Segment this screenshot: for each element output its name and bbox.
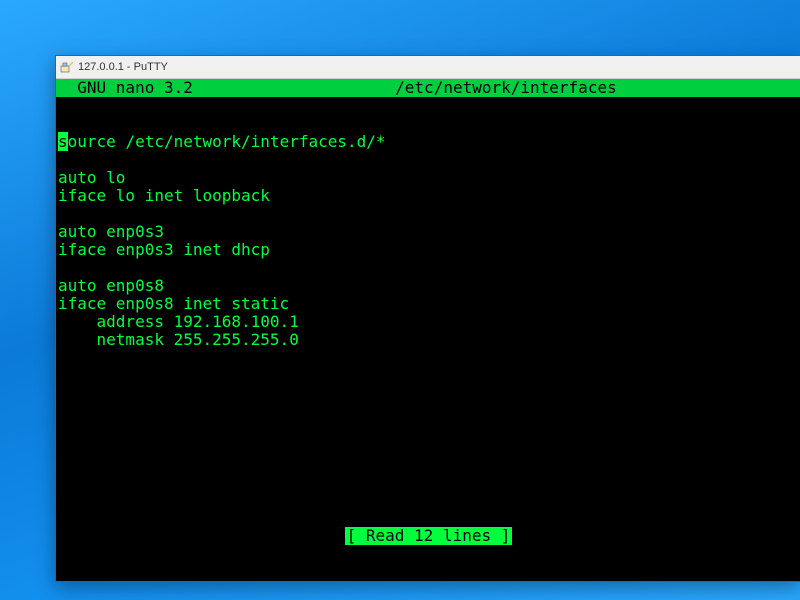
nano-header: GNU nano 3.2 /etc/network/interfaces [56,79,800,97]
first-line-rest: ource /etc/network/interfaces.d/* [68,132,386,151]
cursor: s [58,132,68,151]
editor-line: address 192.168.100.1 [58,313,799,331]
status-bar: [ Read 12 lines ] [345,527,513,545]
window-titlebar[interactable]: 127.0.0.1 - PuTTY [56,56,800,79]
editor-line [58,259,799,277]
window-title: 127.0.0.1 - PuTTY [78,61,168,73]
editor-line: auto lo [58,169,799,187]
editor-line: auto enp0s3 [58,223,799,241]
status-bar-wrap: [ Read 12 lines ] [56,527,800,545]
editor-line [58,205,799,223]
desktop-background: 127.0.0.1 - PuTTY GNU nano 3.2 /etc/netw… [0,0,800,600]
editor-line: netmask 255.255.255.0 [58,331,799,349]
editor-line: iface lo inet loopback [58,187,799,205]
putty-icon [60,60,74,74]
editor-line: iface enp0s8 inet static [58,295,799,313]
editor-line [58,151,799,169]
nano-filename: /etc/network/interfaces [395,79,617,97]
blank-line [56,97,800,115]
putty-window: 127.0.0.1 - PuTTY GNU nano 3.2 /etc/netw… [55,55,800,582]
editor-line: iface enp0s3 inet dhcp [58,241,799,259]
editor-content[interactable]: source /etc/network/interfaces.d/* auto … [56,115,800,385]
shortcut-bar: ^GGet Help^OWrite Out^WWhere Is^KCut Tex… [56,545,800,581]
terminal-area[interactable]: GNU nano 3.2 /etc/network/interfaces sou… [56,79,800,581]
editor-line: auto enp0s8 [58,277,799,295]
nano-appname: GNU nano 3.2 [58,79,193,97]
